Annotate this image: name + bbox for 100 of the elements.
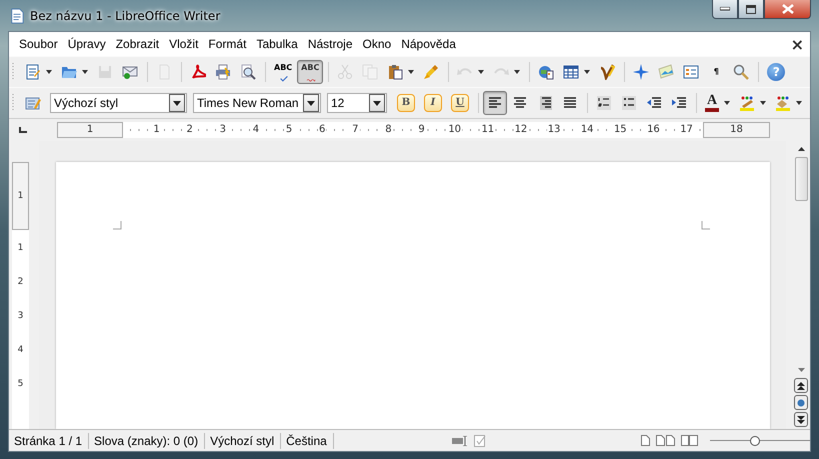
maximize-icon [746,4,756,14]
vertical-ruler[interactable]: 1 1 2 3 4 5 [12,162,29,429]
toolbar-grip-icon[interactable] [12,62,15,82]
ruler-number: 4 [252,125,260,135]
double-up-arrow-icon [797,382,805,390]
double-down-arrow-icon [797,416,805,424]
margin-corner-mark [113,221,122,230]
menu-item[interactable]: Vložit [164,37,204,51]
margin-corner-mark [701,221,710,230]
ruler-number: 5 [284,125,294,135]
ruler-number: 3 [16,312,24,320]
clipboard-icon [387,64,404,80]
ruler-number: 10 [447,125,462,135]
pdf-icon [190,64,206,80]
scissors-icon [337,64,354,80]
ruler-number: 15 [612,125,628,135]
scroll-thumb[interactable] [794,157,808,201]
ruler-number: 16 [646,125,661,135]
menu-item[interactable]: Formát [203,37,252,51]
ruler-number: 2 [186,125,194,135]
next-page-button[interactable] [794,412,808,427]
ruler-number: 4 [16,346,24,354]
align-right-icon [537,95,553,111]
combo-box[interactable]: 12 [327,93,387,113]
list-window-icon [683,64,700,80]
menu-item[interactable]: Nápověda [396,37,461,51]
book-view-icon[interactable] [681,435,698,446]
menu-item[interactable]: Soubor [14,37,63,51]
document-check-icon [474,434,486,446]
ruler-number: 11 [480,125,496,135]
status-field: Čeština [281,432,334,448]
ruler-number: 18 [729,125,744,135]
menu-item[interactable]: Tabulka [251,37,303,51]
ruler-number: 1 [152,125,161,135]
zoom-slider[interactable] [710,434,810,446]
previous-page-button[interactable] [794,378,808,393]
table-icon [563,64,580,80]
minimize-button[interactable] [712,0,738,19]
document-icon [10,8,24,24]
combo-box[interactable]: Times New Roman [193,93,321,113]
circle-icon [797,398,805,406]
single-page-view-icon[interactable] [641,435,650,446]
close-document-button[interactable]: × [790,34,804,54]
spellcheck-button[interactable]: ABC [270,60,296,84]
status-field: Výchozí styl [205,432,282,448]
style-card-icon [25,95,41,111]
ruler-number: 5 [16,380,24,388]
caret-icon [173,100,181,106]
menu-item[interactable]: Nástroje [302,37,358,51]
ruler-number: 1 [16,192,24,200]
ruler-number: 6 [318,125,326,135]
horizontal-ruler[interactable]: 1 1 2 3 4 5 6 7 8 9 10 11 12 13 14 15 16 17 18 [57,122,770,138]
image-icon [658,64,674,80]
scroll-down-icon[interactable] [798,368,804,372]
align-left-button[interactable] [483,91,507,115]
paintbrush-icon [423,64,440,80]
indent-decrease-icon [646,95,662,111]
magnifier-page-icon [240,64,256,80]
insert-mode-icon [452,436,468,446]
window-title: Bez názvu 1 - LibreOffice Writer [30,8,220,22]
paint-bucket-icon [775,95,792,111]
scroll-up-icon[interactable] [798,147,804,151]
caret-icon [307,100,315,106]
menu-item[interactable]: Úpravy [62,37,111,51]
pen-icon [599,64,616,80]
close-button[interactable] [764,0,811,19]
toolbar-grip-icon[interactable] [12,93,15,113]
printer-icon [215,64,231,80]
ruler-number: 8 [384,125,393,135]
check-icon [278,73,290,82]
maximize-button[interactable] [738,0,764,19]
align-left-icon [487,95,503,111]
folder-icon [61,64,77,80]
star-icon [633,64,650,80]
ruler-number: 14 [580,125,595,135]
ruler-number: 1 [16,244,24,252]
indent-increase-icon [671,95,687,111]
justify-icon [562,95,578,111]
ruler-number: 13 [546,125,562,135]
menu-item[interactable]: Zobrazit [110,37,164,51]
combo-box[interactable]: Výchozí styl [50,93,187,113]
ruler-number: 9 [417,125,426,135]
ruler-number: 7 [351,125,360,135]
tab-stop-icon[interactable] [19,127,27,133]
bulleted-list-icon [621,95,637,111]
menu-item[interactable]: Okno [358,37,396,51]
font-color-button[interactable]: A [701,91,734,115]
status-field: Stránka 1 / 1 [9,432,90,448]
autospellcheck-button[interactable]: ABC [297,60,324,84]
search-icon [733,64,750,80]
status-field: Slova (znaky): 0 (0) [89,432,206,448]
align-center-icon [512,95,528,111]
ruler-number: 1 [86,125,94,135]
two-page-view-icon[interactable] [656,435,676,446]
ruler-number: 2 [16,278,24,286]
navigation-button[interactable] [794,395,808,410]
globe-icon [538,64,554,80]
formatting-marks-button[interactable]: ¶ [704,60,728,84]
close-icon [782,4,794,14]
minimize-icon [720,7,730,11]
